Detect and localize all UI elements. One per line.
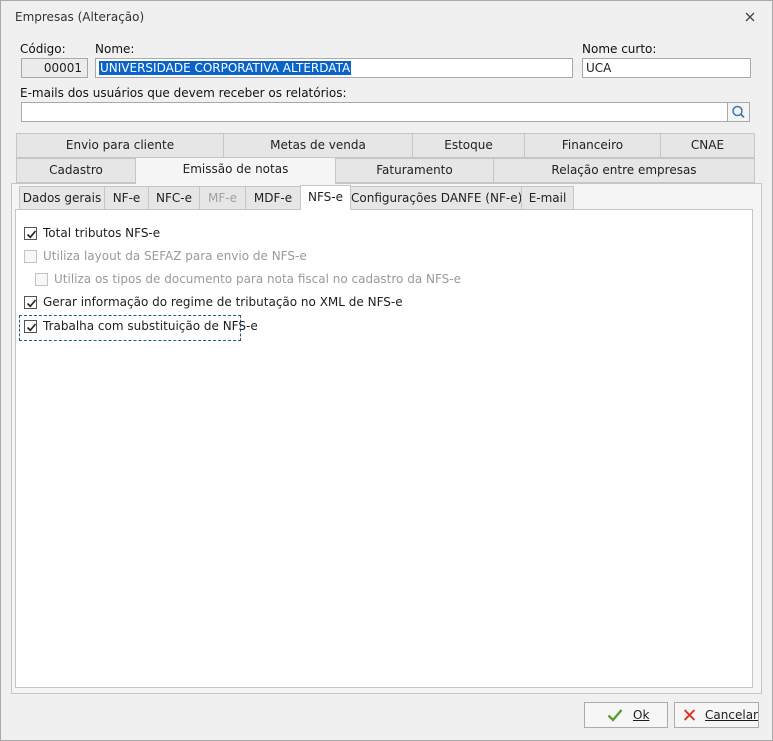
tab-cnae[interactable]: CNAE [660, 133, 755, 158]
cancel-button[interactable]: Cancelar [674, 702, 759, 728]
tab-financeiro[interactable]: Financeiro [524, 133, 661, 158]
option-substituicao-nfs-e[interactable]: Trabalha com substituição de NFS-e [24, 319, 258, 333]
subtab-configuracoes-danfe[interactable]: Configurações DANFE (NF-e) [350, 186, 522, 210]
subtab-mdf-e[interactable]: MDF-e [245, 186, 301, 210]
cancel-button-label: Cancelar [705, 708, 758, 722]
codigo-field: 00001 [21, 58, 88, 78]
checkbox-checked[interactable] [24, 295, 37, 309]
close-icon [683, 709, 696, 721]
codigo-label: Código: [20, 42, 66, 56]
title-bar: Empresas (Alteração) [1, 1, 772, 34]
subtab-dados-gerais[interactable]: Dados gerais [19, 186, 105, 210]
checkbox-unchecked [35, 272, 48, 286]
subtab-nfs-e[interactable]: NFS-e [300, 185, 351, 210]
ok-button-label: Ok [633, 708, 650, 722]
option-label: Gerar informação do regime de tributação… [43, 295, 403, 309]
window: Empresas (Alteração) Código: 00001 Nome:… [0, 0, 773, 741]
checkmark-icon [26, 229, 37, 238]
nome-field[interactable]: UNIVERSIDADE CORPORATIVA ALTERDATA [95, 58, 573, 78]
tab-estoque[interactable]: Estoque [412, 133, 525, 158]
tab-faturamento[interactable]: Faturamento [335, 158, 494, 183]
tab-metas-de-venda[interactable]: Metas de venda [223, 133, 413, 158]
search-icon [732, 105, 745, 119]
tab-envio-para-cliente[interactable]: Envio para cliente [16, 133, 224, 158]
checkmark-icon [607, 709, 623, 722]
close-icon[interactable] [744, 11, 756, 23]
checkbox-checked[interactable] [24, 226, 37, 240]
nome-label: Nome: [95, 42, 135, 56]
checkbox-checked[interactable] [24, 319, 37, 333]
tab-emissao-de-notas[interactable]: Emissão de notas [135, 157, 336, 184]
option-total-tributos[interactable]: Total tributos NFS-e [24, 226, 160, 240]
option-label: Trabalha com substituição de NFS-e [43, 319, 258, 333]
option-layout-sefaz: Utiliza layout da SEFAZ para envio de NF… [24, 249, 307, 263]
emails-label: E-mails dos usuários que devem receber o… [20, 86, 347, 100]
option-regime-tributacao[interactable]: Gerar informação do regime de tributação… [24, 295, 403, 309]
window-title: Empresas (Alteração) [15, 10, 145, 24]
tab-relacao-entre-empresas[interactable]: Relação entre empresas [493, 158, 755, 183]
nome-curto-label: Nome curto: [582, 42, 657, 56]
option-tipos-documento: Utiliza os tipos de documento para nota … [35, 272, 461, 286]
checkbox-unchecked [24, 249, 37, 263]
option-label: Total tributos NFS-e [43, 226, 161, 240]
emails-field[interactable] [21, 102, 728, 122]
subtab-mf-e: MF-e [199, 186, 246, 210]
checkmark-icon [26, 298, 37, 307]
ok-button[interactable]: Ok [584, 702, 668, 728]
nome-selected-text: UNIVERSIDADE CORPORATIVA ALTERDATA [99, 61, 352, 75]
option-label: Utiliza os tipos de documento para nota … [54, 272, 461, 286]
checkmark-icon [26, 322, 37, 331]
tab-cadastro[interactable]: Cadastro [16, 158, 136, 183]
subtab-email[interactable]: E-mail [521, 186, 574, 210]
emails-search-button[interactable] [727, 102, 750, 122]
option-label: Utiliza layout da SEFAZ para envio de NF… [43, 249, 307, 263]
nome-curto-field[interactable]: UCA [582, 58, 751, 78]
subtab-nf-e[interactable]: NF-e [104, 186, 149, 210]
subtab-nfc-e[interactable]: NFC-e [148, 186, 200, 210]
